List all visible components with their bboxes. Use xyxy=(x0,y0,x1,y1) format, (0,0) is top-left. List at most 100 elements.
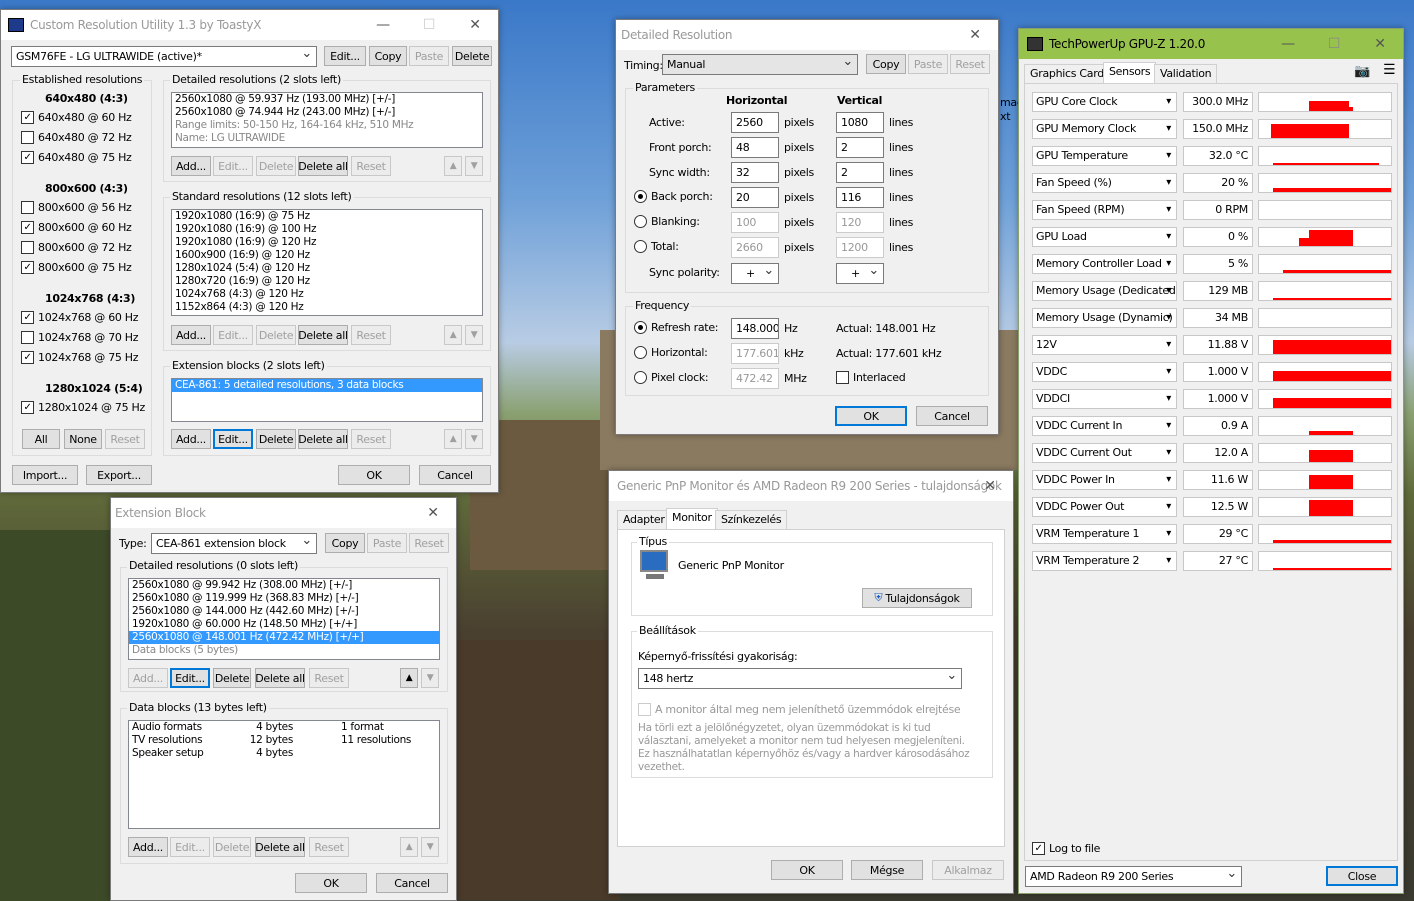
sensor-name-select[interactable]: Memory Usage (Dedicated) xyxy=(1032,281,1177,301)
pixel-clock-input[interactable]: 472.42 xyxy=(731,368,779,389)
extension-block-titlebar[interactable]: Extension Block ✕ xyxy=(111,498,456,528)
sensor-name-select[interactable]: VRM Temperature 2 xyxy=(1032,551,1177,571)
datablocks-list[interactable]: Audio formats 4 bytes 1 format TV resolutio… xyxy=(128,720,440,829)
close-icon[interactable]: ✕ xyxy=(967,471,1013,501)
camera-icon[interactable]: 📷 xyxy=(1354,64,1370,79)
sensor-name-select[interactable]: Fan Speed (RPM) xyxy=(1032,200,1177,220)
list-item[interactable]: 2560x1080 @ 74.944 Hz (243.00 MHz) [+/-] xyxy=(172,106,482,119)
monitor-paste-button[interactable]: Paste xyxy=(409,46,449,66)
horizontal-input[interactable]: 20 xyxy=(731,187,779,208)
gpuz-close-button[interactable]: Close xyxy=(1326,866,1398,886)
tab-sensors[interactable]: Sensors xyxy=(1103,62,1157,84)
minimize-icon[interactable]: — xyxy=(1265,29,1311,59)
standard-list[interactable]: 1920x1080 (16:9) @ 75 Hz 1920x1080 (16:9)… xyxy=(171,209,483,316)
list-item[interactable]: 1280x1024 (5:4) @ 120 Hz xyxy=(172,262,482,275)
list-item[interactable]: Range limits: 50-150 Hz, 164-164 kHz, 51… xyxy=(172,119,482,132)
sensor-name-select[interactable]: 12V xyxy=(1032,335,1177,355)
move-down-icon[interactable]: ▼ xyxy=(465,156,483,176)
move-up-icon[interactable]: ▲ xyxy=(400,837,418,857)
timing-reset-button[interactable]: Reset xyxy=(950,54,990,74)
established-resolution-checkbox[interactable]: 640x480 @ 72 Hz xyxy=(21,131,132,144)
db-edit-button[interactable]: Edit... xyxy=(170,837,210,857)
monitor-apply-button[interactable]: Alkalmaz xyxy=(932,860,1004,880)
horizontal-freq-input[interactable]: 177.601 xyxy=(731,343,779,364)
parameter-radio[interactable]: Blanking: xyxy=(634,215,700,228)
move-down-icon[interactable]: ▼ xyxy=(421,837,439,857)
refresh-rate-select[interactable]: 148 hertz xyxy=(638,668,962,689)
established-resolution-checkbox[interactable]: 1024x768 @ 70 Hz xyxy=(21,331,139,344)
ext-delete-all-button[interactable]: Delete all xyxy=(298,429,348,449)
horizontal-input[interactable]: 32 xyxy=(731,162,779,183)
list-item[interactable]: 1152x864 (4:3) @ 120 Hz xyxy=(172,301,482,314)
cru-titlebar[interactable]: Custom Resolution Utility 1.3 by ToastyX… xyxy=(1,10,498,40)
horizontal-freq-radio[interactable]: Horizontal: xyxy=(634,346,708,359)
standard-reset-button[interactable]: Reset xyxy=(351,325,391,345)
vertical-input[interactable]: 116 xyxy=(836,187,884,208)
menu-icon[interactable]: ☰ xyxy=(1383,62,1396,78)
vertical-input[interactable]: 2 xyxy=(836,162,884,183)
move-up-icon[interactable]: ▲ xyxy=(444,156,462,176)
list-item[interactable]: 1920x1080 (16:9) @ 75 Hz xyxy=(172,210,482,223)
tab-adapter[interactable]: Adapter xyxy=(617,510,671,530)
list-item[interactable]: Audio formats 4 bytes 1 format xyxy=(129,721,439,734)
ext-det-edit-button[interactable]: Edit... xyxy=(170,668,210,688)
import-button[interactable]: Import... xyxy=(12,465,78,485)
properties-button[interactable]: ⛨ Tulajdonságok xyxy=(862,588,972,608)
established-resolution-checkbox[interactable]: ✓ 1280x1024 @ 75 Hz xyxy=(21,401,145,414)
ext-det-delete-button[interactable]: Delete xyxy=(213,668,251,688)
move-down-icon[interactable]: ▼ xyxy=(465,429,483,449)
maximize-icon[interactable]: ☐ xyxy=(1311,29,1357,59)
vertical-input[interactable]: 1080 xyxy=(836,112,884,133)
close-icon[interactable]: ✕ xyxy=(452,10,498,40)
horizontal-input[interactable]: 100 xyxy=(731,212,779,233)
sensor-name-select[interactable]: VDDC Power Out xyxy=(1032,497,1177,517)
gpuz-titlebar[interactable]: TechPowerUp GPU-Z 1.20.0 — ☐ ✕ xyxy=(1019,29,1403,59)
hsync-polarity-select[interactable]: + xyxy=(731,263,779,284)
established-resolution-checkbox[interactable]: ✓ 640x480 @ 75 Hz xyxy=(21,151,132,164)
ext-det-add-button[interactable]: Add... xyxy=(128,668,168,688)
timing-paste-button[interactable]: Paste xyxy=(908,54,948,74)
db-reset-button[interactable]: Reset xyxy=(309,837,349,857)
ext-detailed-list[interactable]: 2560x1080 @ 99.942 Hz (308.00 MHz) [+/-]… xyxy=(128,578,440,660)
horizontal-input[interactable]: 2660 xyxy=(731,237,779,258)
horizontal-input[interactable]: 48 xyxy=(731,137,779,158)
list-item[interactable]: CEA-861: 5 detailed resolutions, 3 data … xyxy=(172,379,482,392)
sensor-name-select[interactable]: GPU Memory Clock xyxy=(1032,119,1177,139)
export-button[interactable]: Export... xyxy=(86,465,152,485)
established-resolution-checkbox[interactable]: ✓ 800x600 @ 60 Hz xyxy=(21,221,132,234)
list-item[interactable]: 2560x1080 @ 148.001 Hz (472.42 MHz) [+/+… xyxy=(129,631,439,644)
ext-cancel-button[interactable]: Cancel xyxy=(376,873,448,893)
ext-delete-button[interactable]: Delete xyxy=(256,429,296,449)
move-down-icon[interactable]: ▼ xyxy=(465,325,483,345)
ext-edit-button[interactable]: Edit... xyxy=(213,429,253,449)
established-resolution-checkbox[interactable]: 800x600 @ 72 Hz xyxy=(21,241,132,254)
list-item[interactable]: Data blocks (5 bytes) xyxy=(129,644,439,657)
sensor-name-select[interactable]: VDDC xyxy=(1032,362,1177,382)
standard-delete-button[interactable]: Delete xyxy=(256,325,296,345)
sensor-name-select[interactable]: GPU Temperature xyxy=(1032,146,1177,166)
tab-validation[interactable]: Validation xyxy=(1154,64,1218,84)
ok-button[interactable]: OK xyxy=(338,465,410,485)
monitor-edit-button[interactable]: Edit... xyxy=(324,46,366,66)
vertical-input[interactable]: 1200 xyxy=(836,237,884,258)
sensor-name-select[interactable]: GPU Core Clock xyxy=(1032,92,1177,112)
standard-edit-button[interactable]: Edit... xyxy=(213,325,253,345)
list-item[interactable]: 1920x1080 (16:9) @ 120 Hz xyxy=(172,236,482,249)
detailed-add-button[interactable]: Add... xyxy=(171,156,211,176)
cancel-button[interactable]: Cancel xyxy=(419,465,491,485)
list-item[interactable]: Speaker setup 4 bytes xyxy=(129,747,439,760)
ext-det-reset-button[interactable]: Reset xyxy=(309,668,349,688)
interlaced-checkbox[interactable]: Interlaced xyxy=(836,371,906,384)
parameter-radio[interactable]: Total: xyxy=(634,240,679,253)
sensor-name-select[interactable]: VDDC Power In xyxy=(1032,470,1177,490)
type-select[interactable]: CEA-861 extension block xyxy=(151,533,317,554)
close-icon[interactable]: ✕ xyxy=(952,20,998,50)
sensor-name-select[interactable]: Memory Controller Load xyxy=(1032,254,1177,274)
monitor-delete-button[interactable]: Delete xyxy=(452,46,492,66)
sensor-name-select[interactable]: VDDCI xyxy=(1032,389,1177,409)
sensor-name-select[interactable]: VDDC Current Out xyxy=(1032,443,1177,463)
ext-ok-button[interactable]: OK xyxy=(295,873,367,893)
minimize-icon[interactable]: — xyxy=(360,10,406,40)
detailed-delete-button[interactable]: Delete xyxy=(256,156,296,176)
select-none-button[interactable]: None xyxy=(64,429,102,449)
